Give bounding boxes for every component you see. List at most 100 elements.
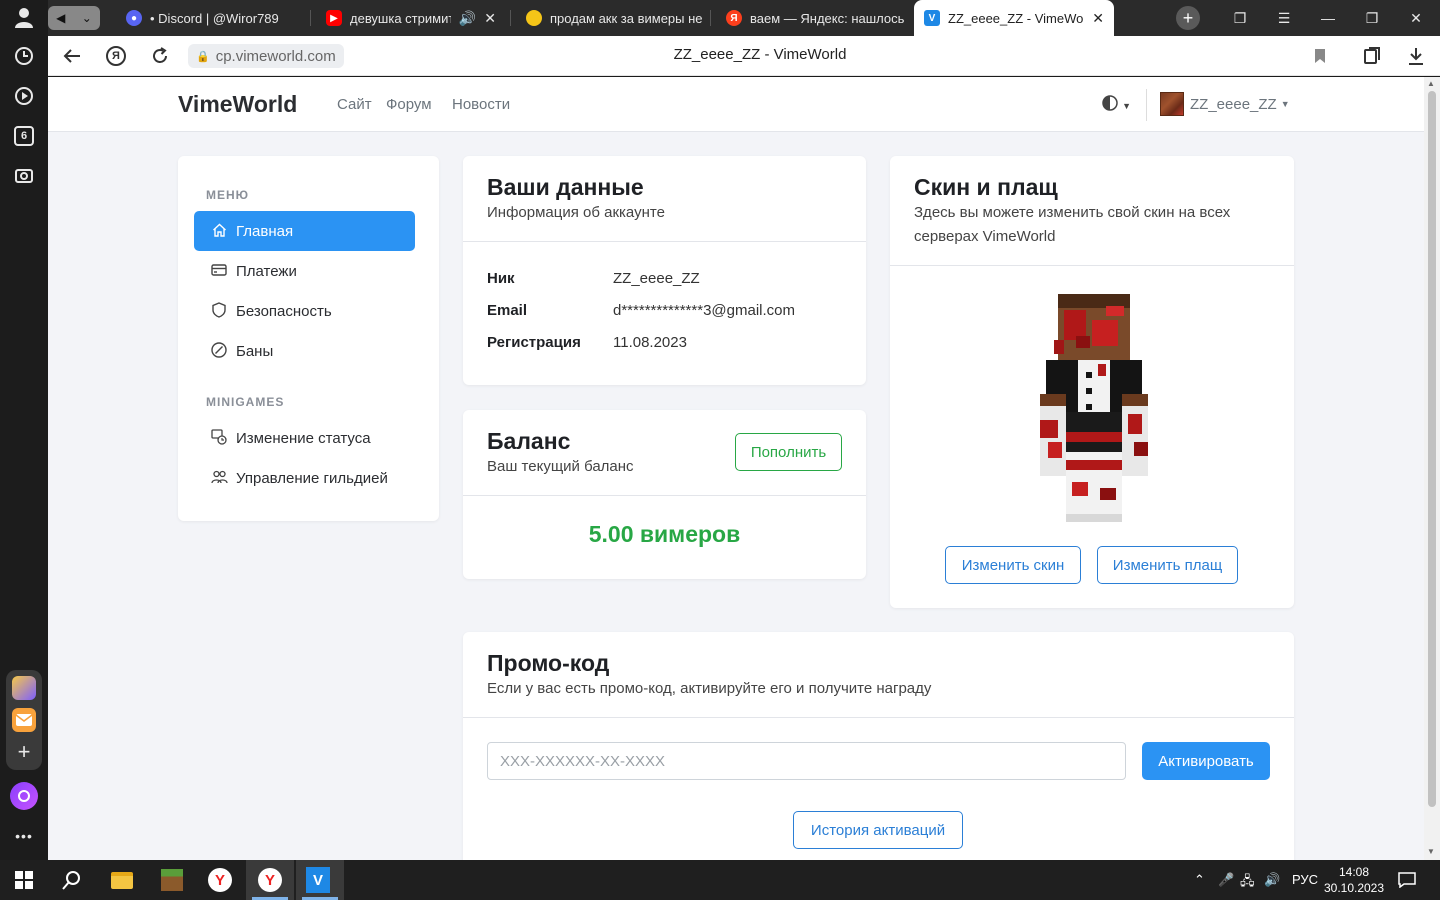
promo-title: Промо-код [487, 650, 610, 676]
caret-down-icon: ▼ [1122, 101, 1132, 111]
nav-link-forum[interactable]: Форум [386, 96, 432, 113]
system-clock[interactable]: 14:08 30.10.2023 [1318, 864, 1390, 896]
account-title: Ваши данные [487, 174, 644, 200]
site-logo[interactable]: VimeWorld [178, 91, 297, 118]
activate-button[interactable]: Активировать [1142, 742, 1270, 780]
scrollbar-thumb[interactable] [1428, 91, 1436, 807]
account-card: Ваши данные Информация об аккаунте Ник Z… [463, 156, 866, 385]
vimeworld-favicon-icon: V [924, 10, 940, 26]
tab-vimeworld[interactable]: V ZZ_eeee_ZZ - VimeWorl ✕ [914, 0, 1114, 36]
menu-section-title: MINIGAMES [206, 395, 285, 409]
menu-item-home[interactable]: Главная [194, 211, 415, 251]
minimize-button[interactable]: — [1308, 0, 1348, 36]
change-skin-button[interactable]: Изменить скин [945, 546, 1081, 584]
url-field[interactable]: 🔒 cp.vimeworld.com [188, 44, 344, 68]
yandex-icon[interactable]: Я [104, 44, 128, 68]
download-icon[interactable] [1404, 44, 1428, 68]
balance-title: Баланс [487, 428, 571, 454]
page-scrollbar[interactable]: ▲ ▼ [1424, 77, 1440, 860]
contrast-icon [1102, 95, 1122, 113]
collections-icon[interactable] [1360, 44, 1384, 68]
tab-discord[interactable]: ● • Discord | @Wiror789 [116, 0, 306, 36]
vimeworld-app-icon[interactable]: V [306, 867, 330, 893]
mail-icon[interactable] [8, 704, 40, 736]
balance-card: Баланс Ваш текущий баланс Пополнить 5.00… [463, 410, 866, 579]
ban-icon [210, 341, 228, 361]
tab-yandex[interactable]: Я ваем — Яндекс: нашлось [716, 0, 912, 36]
menu-item-status[interactable]: Изменение статуса [194, 418, 415, 458]
screenshot-icon[interactable] [8, 160, 40, 192]
balance-subtitle: Ваш текущий баланс [487, 458, 634, 475]
guild-icon [210, 470, 228, 487]
yandex-favicon-icon: Я [726, 10, 742, 26]
tab-youtube[interactable]: ▶ девушка стримит с в 🔊 ✕ [316, 0, 506, 36]
address-bar: Я 🔒 cp.vimeworld.com ZZ_eeee_ZZ - VimeWo… [48, 36, 1440, 76]
speaker-icon[interactable]: 🔊 [459, 10, 476, 27]
tab-close-icon[interactable]: ✕ [1092, 10, 1104, 27]
scroll-up-icon[interactable]: ▲ [1427, 79, 1435, 88]
microphone-icon[interactable]: 🎤 [1218, 872, 1234, 888]
skin-card: Скин и плащ Здесь вы можете изменить сво… [890, 156, 1294, 608]
account-subtitle: Информация об аккаунте [487, 204, 665, 221]
forum-favicon-icon [526, 10, 542, 26]
web-content: VimeWorld Сайт Форум Новости ▼ ZZ_eeee_Z… [48, 77, 1424, 860]
bookmark-icon[interactable] [1308, 44, 1332, 68]
more-icon[interactable]: ••• [8, 820, 40, 852]
status-icon [210, 428, 228, 448]
restore-button[interactable]: ❐ [1352, 0, 1392, 36]
back-icon[interactable] [60, 44, 84, 68]
home-icon [210, 223, 228, 240]
video-icon[interactable] [8, 80, 40, 112]
badge-icon[interactable]: 6 [8, 120, 40, 152]
notifications-icon[interactable] [1398, 872, 1416, 891]
topup-button[interactable]: Пополнить [735, 433, 842, 471]
add-icon[interactable]: + [8, 736, 40, 768]
promo-code-input[interactable] [487, 742, 1126, 780]
nav-link-site[interactable]: Сайт [337, 96, 372, 113]
balance-value: 5.00 вимеров [588, 521, 741, 547]
caret-down-icon: ▼ [1280, 99, 1290, 109]
side-menu: МЕНЮ Главная Платежи Безопасность Баны M [178, 156, 439, 521]
avatar [1160, 92, 1184, 116]
language-indicator[interactable]: РУС [1292, 872, 1318, 887]
games-icon[interactable] [8, 672, 40, 704]
tab-close-icon[interactable]: ✕ [484, 10, 496, 27]
alice-icon[interactable] [8, 780, 40, 812]
windows-taskbar: Y Y V ⌃ 🎤 🖧 🔊 РУС 14:08 30.10.2023 [0, 860, 1440, 900]
tabs-overview-icon[interactable]: ❐ [1220, 0, 1260, 36]
theme-toggle[interactable]: ▼ [1102, 95, 1131, 113]
menu-item-bans[interactable]: Баны [194, 331, 415, 371]
menu-item-security[interactable]: Безопасность [194, 291, 415, 331]
volume-icon[interactable]: 🔊 [1264, 872, 1280, 888]
change-cape-button[interactable]: Изменить плащ [1097, 546, 1238, 584]
close-window-button[interactable]: ✕ [1396, 0, 1436, 36]
menu-item-payments[interactable]: Платежи [194, 251, 415, 291]
minecraft-icon[interactable] [160, 868, 184, 892]
file-explorer-icon[interactable] [110, 868, 134, 892]
skin-subtitle: Здесь вы можете изменить свой скин на вс… [914, 204, 1231, 245]
network-icon[interactable]: 🖧 [1240, 872, 1255, 894]
chevron-down-icon[interactable]: ⌄ [82, 11, 92, 25]
profile-icon[interactable] [8, 2, 40, 34]
menu-item-guild[interactable]: Управление гильдией [194, 458, 415, 498]
media-control[interactable]: ◀ ⌄ [48, 6, 100, 30]
menu-icon[interactable]: ☰ [1264, 0, 1304, 36]
tray-expand-icon[interactable]: ⌃ [1194, 872, 1205, 888]
tab-forum[interactable]: продам акк за вимеры не [516, 0, 706, 36]
youtube-favicon-icon: ▶ [326, 10, 342, 26]
windows-start-icon[interactable] [12, 868, 36, 892]
activation-history-button[interactable]: История активаций [793, 811, 963, 849]
promo-subtitle: Если у вас есть промо-код, активируйте е… [487, 680, 932, 697]
user-menu[interactable]: ZZ_eeee_ZZ ▼ [1160, 92, 1290, 116]
new-tab-button[interactable]: + [1176, 6, 1200, 30]
search-icon[interactable] [60, 868, 84, 892]
history-icon[interactable] [8, 40, 40, 72]
menu-section-title: МЕНЮ [206, 188, 250, 202]
scroll-down-icon[interactable]: ▼ [1427, 847, 1435, 856]
yandex-browser-icon[interactable]: Y [208, 868, 232, 892]
nav-link-news[interactable]: Новости [452, 96, 510, 113]
yandex-browser-active-icon[interactable]: Y [258, 868, 282, 892]
reload-icon[interactable] [148, 44, 172, 68]
credit-card-icon [210, 263, 228, 279]
speaker-icon[interactable]: ◀ [56, 11, 65, 25]
